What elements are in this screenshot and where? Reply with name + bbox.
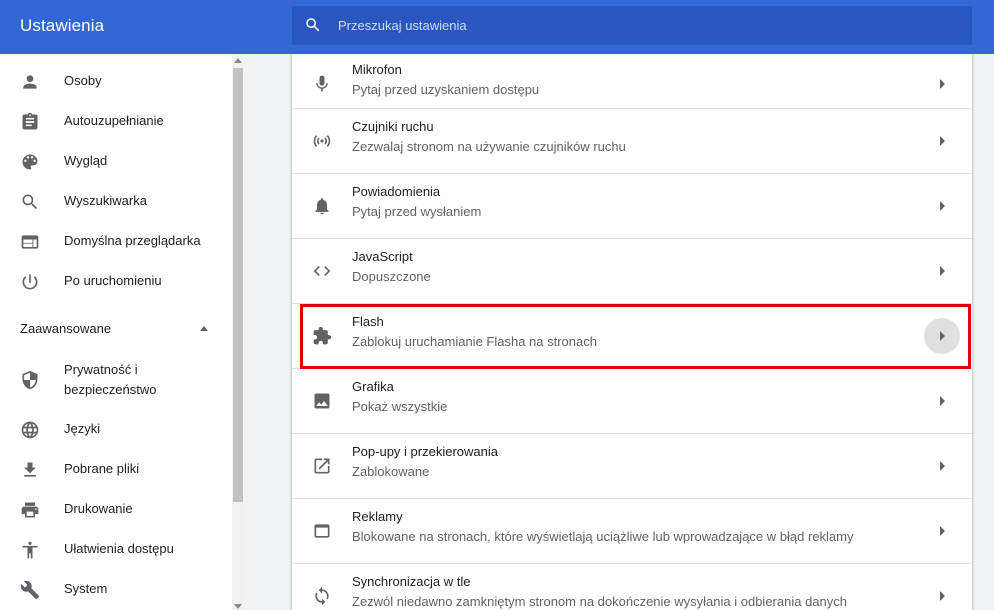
row-title: Mikrofon xyxy=(352,62,402,77)
scroll-down-arrow-icon[interactable] xyxy=(234,604,242,609)
sidebar-item-label: System xyxy=(64,581,108,596)
search-icon xyxy=(306,18,320,32)
settings-row-ads[interactable]: Reklamy Blokowane na stronach, które wyś… xyxy=(292,498,972,563)
sidebar-item-label: Ułatwienia dostępu xyxy=(64,541,174,556)
row-title: Powiadomienia xyxy=(352,184,441,199)
app-title: Ustawienia xyxy=(20,16,105,35)
window-icon xyxy=(312,521,332,541)
browser-icon xyxy=(20,232,40,252)
sidebar-item-label: Po uruchomieniu xyxy=(64,273,162,288)
top-bar: Ustawienia xyxy=(0,0,994,54)
row-subtitle: Blokowane na stronach, które wyświetlają… xyxy=(352,529,854,544)
row-subtitle: Zablokuj uruchamianie Flasha na stronach xyxy=(352,334,597,349)
row-subtitle: Zezwól niedawno zamkniętym stronom na do… xyxy=(352,594,847,609)
row-subtitle: Zablokowane xyxy=(352,464,430,479)
accessibility-icon xyxy=(20,540,40,560)
power-icon xyxy=(20,272,40,292)
settings-row-popups[interactable]: Pop-upy i przekierowania Zablokowane xyxy=(292,433,972,498)
person-icon xyxy=(20,72,40,92)
sidebar-item-on-startup[interactable]: Po uruchomieniu xyxy=(0,261,232,301)
row-title: Grafika xyxy=(352,379,394,394)
sidebar-item-languages[interactable]: Języki xyxy=(0,409,232,449)
code-icon xyxy=(312,261,332,281)
search-icon xyxy=(20,192,40,212)
sidebar-item-printing[interactable]: Drukowanie xyxy=(0,489,232,529)
sidebar-item-accessibility[interactable]: Ułatwienia dostępu xyxy=(0,529,232,569)
sync-icon xyxy=(312,586,332,606)
settings-row-flash[interactable]: Flash Zablokuj uruchamianie Flasha na st… xyxy=(292,303,972,368)
settings-row-javascript[interactable]: JavaScript Dopuszczone xyxy=(292,238,972,303)
chevron-right-icon[interactable] xyxy=(924,253,960,289)
row-title: Czujniki ruchu xyxy=(352,119,434,134)
sidebar-item-appearance[interactable]: Wygląd xyxy=(0,141,232,181)
microphone-icon xyxy=(312,74,332,94)
site-settings-card: Mikrofon Pytaj przed uzyskaniem dostępu … xyxy=(292,54,972,610)
search-input[interactable] xyxy=(338,6,958,45)
row-subtitle: Zezwalaj stronom na używanie czujników r… xyxy=(352,139,626,154)
chevron-right-icon[interactable] xyxy=(924,123,960,159)
sidebar-item-label: Języki xyxy=(64,421,101,436)
sidebar-item-label: Wygląd xyxy=(64,153,108,168)
settings-row-images[interactable]: Grafika Pokaż wszystkie xyxy=(292,368,972,433)
caret-up-icon xyxy=(200,326,208,331)
motion-sensor-icon xyxy=(312,131,332,151)
sidebar-item-people[interactable]: Osoby xyxy=(0,61,232,101)
bell-icon xyxy=(312,196,332,216)
shield-icon xyxy=(20,370,40,390)
sidebar-item-label: Prywatność i bezpieczeństwo xyxy=(64,362,157,397)
chevron-right-icon[interactable] xyxy=(924,188,960,224)
wrench-icon xyxy=(20,580,40,600)
search-box[interactable] xyxy=(292,6,972,45)
advanced-section-toggle[interactable]: Zaawansowane xyxy=(0,310,232,350)
sidebar-item-label: Domyślna przeglądarka xyxy=(64,233,201,248)
chevron-right-icon[interactable] xyxy=(924,383,960,419)
row-title: Reklamy xyxy=(352,509,403,524)
row-subtitle: Pytaj przed uzyskaniem dostępu xyxy=(352,82,540,97)
sidebar-item-privacy[interactable]: Prywatność i bezpieczeństwo xyxy=(0,357,232,403)
row-title: Flash xyxy=(352,314,384,329)
sidebar: Osoby Autouzupełnianie Wygląd Wyszukiwar… xyxy=(0,54,232,610)
image-icon xyxy=(312,391,332,411)
external-link-icon xyxy=(312,456,332,476)
sidebar-item-label: Autouzupełnianie xyxy=(64,113,164,128)
row-subtitle: Pokaż wszystkie xyxy=(352,399,448,414)
row-subtitle: Dopuszczone xyxy=(352,269,431,284)
sidebar-item-label: Drukowanie xyxy=(64,501,133,516)
row-title: Pop-upy i przekierowania xyxy=(352,444,498,459)
chevron-right-icon[interactable] xyxy=(924,66,960,102)
sidebar-item-label: Wyszukiwarka xyxy=(64,193,147,208)
sidebar-item-label: Osoby xyxy=(64,73,102,88)
settings-row-notifications[interactable]: Powiadomienia Pytaj przed wysłaniem xyxy=(292,173,972,238)
settings-row-background-sync[interactable]: Synchronizacja w tle Zezwól niedawno zam… xyxy=(292,563,972,610)
scroll-up-arrow-icon[interactable] xyxy=(234,58,242,63)
chevron-right-icon[interactable] xyxy=(924,318,960,354)
scrollbar-thumb[interactable] xyxy=(233,68,243,502)
row-subtitle: Pytaj przed wysłaniem xyxy=(352,204,482,219)
sidebar-item-downloads[interactable]: Pobrane pliki xyxy=(0,449,232,489)
clipboard-icon xyxy=(20,112,40,132)
palette-icon xyxy=(20,152,40,172)
advanced-section-label: Zaawansowane xyxy=(20,321,112,336)
sidebar-item-default-browser[interactable]: Domyślna przeglądarka xyxy=(0,221,232,261)
chevron-right-icon[interactable] xyxy=(924,578,960,610)
sidebar-item-search-engine[interactable]: Wyszukiwarka xyxy=(0,181,232,221)
sidebar-scrollbar[interactable] xyxy=(232,54,244,610)
settings-row-motion-sensors[interactable]: Czujniki ruchu Zezwalaj stronom na używa… xyxy=(292,108,972,173)
globe-icon xyxy=(20,420,40,440)
row-title: Synchronizacja w tle xyxy=(352,574,471,589)
sidebar-item-autofill[interactable]: Autouzupełnianie xyxy=(0,101,232,141)
puzzle-icon xyxy=(312,326,332,346)
chevron-right-icon[interactable] xyxy=(924,513,960,549)
download-icon xyxy=(20,460,40,480)
row-title: JavaScript xyxy=(352,249,413,264)
sidebar-item-system[interactable]: System xyxy=(0,569,232,609)
sidebar-item-label: Pobrane pliki xyxy=(64,461,140,476)
printer-icon xyxy=(20,500,40,520)
chevron-right-icon[interactable] xyxy=(924,448,960,484)
